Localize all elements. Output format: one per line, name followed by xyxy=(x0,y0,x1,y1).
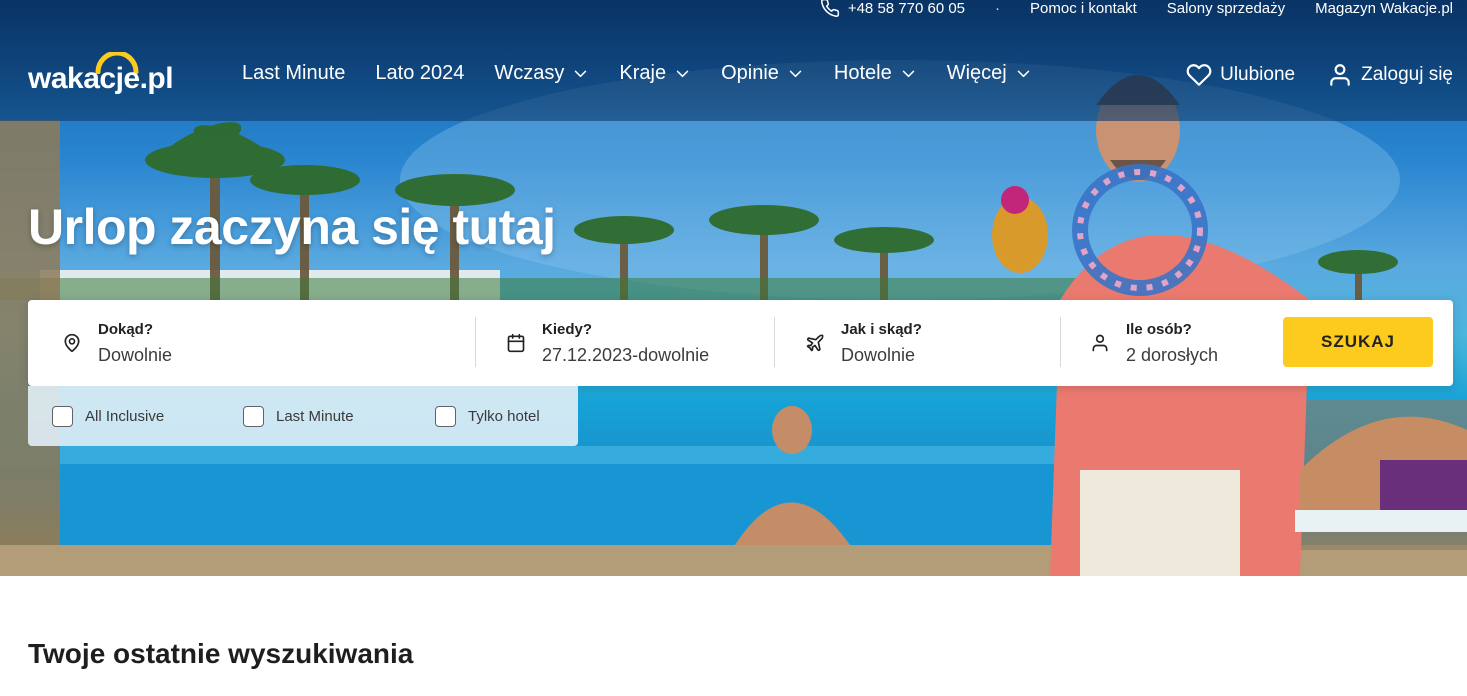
logo-text: wakacje.pl xyxy=(28,62,174,95)
nav-label: Opinie xyxy=(721,62,779,84)
nav-last-minute[interactable]: Last Minute xyxy=(242,62,345,85)
nav-label: Last Minute xyxy=(242,62,346,84)
person-icon xyxy=(1092,334,1108,352)
people-label: Ile osób? xyxy=(1126,320,1192,338)
people-value: 2 dorosłych xyxy=(1126,344,1219,365)
filter-label: All Inclusive xyxy=(85,407,165,425)
nav-wczasy[interactable]: Wczasy xyxy=(494,62,589,85)
recent-searches-title: Twoje ostatnie wyszukiwania xyxy=(28,638,414,669)
chevron-down-icon xyxy=(789,70,802,78)
user-icon xyxy=(1330,64,1350,86)
filter-label: Tylko hotel xyxy=(468,407,540,425)
search-form: Dokąd? Dowolnie Kiedy? 27.12.2023-dowoln… xyxy=(28,300,1453,386)
login-label: Zaloguj się xyxy=(1361,64,1453,85)
transport-label: Jak i skąd? xyxy=(841,320,922,338)
calendar-icon xyxy=(507,333,525,353)
header-overlay xyxy=(0,0,1467,121)
filter-label: Last Minute xyxy=(276,407,354,425)
chevron-down-icon xyxy=(575,70,587,78)
nav-kraje[interactable]: Kraje xyxy=(619,62,691,85)
transport-value: Dowolnie xyxy=(841,344,916,365)
search-filters: All Inclusive Last Minute Tylko hotel xyxy=(28,386,578,446)
nav-label: Lato 2024 xyxy=(375,62,465,84)
destination-field[interactable]: Dokąd? Dowolnie xyxy=(62,300,462,386)
chevron-down-icon xyxy=(902,70,914,78)
filter-hotel-only[interactable]: Tylko hotel xyxy=(435,405,540,427)
user-navigation: Ulubione Zaloguj się xyxy=(1154,62,1453,88)
nav-opinie[interactable]: Opinie xyxy=(721,62,804,85)
checkbox[interactable] xyxy=(52,405,73,427)
nav-label: Więcej xyxy=(946,62,1007,84)
date-label: Kiedy? xyxy=(542,320,593,338)
map-pin-icon xyxy=(64,333,80,353)
field-divider xyxy=(475,317,476,367)
nav-label: Kraje xyxy=(619,62,667,84)
transport-field[interactable]: Jak i skąd? Dowolnie xyxy=(805,300,1055,386)
phone-icon xyxy=(820,0,839,17)
chevron-down-icon xyxy=(1017,70,1029,78)
destination-value: Dowolnie xyxy=(98,344,173,365)
chevron-down-icon xyxy=(676,70,689,78)
field-divider xyxy=(774,317,775,367)
filter-last-minute[interactable]: Last Minute xyxy=(243,405,435,427)
main-navigation: Last Minute Lato 2024 Wczasy Kraje Opini… xyxy=(242,62,1062,85)
magazine-link[interactable]: Magazyn Wakacje.pl xyxy=(1315,0,1453,17)
phone-number: +48 58 770 60 05 xyxy=(847,0,966,17)
nav-lato-2024[interactable]: Lato 2024 xyxy=(375,62,464,85)
search-button[interactable]: SZUKAJ xyxy=(1283,317,1433,367)
field-divider xyxy=(1060,317,1061,367)
help-contact-link[interactable]: Pomoc i kontakt xyxy=(1030,0,1137,17)
nav-label: Wczasy xyxy=(494,62,565,84)
nav-wiecej[interactable]: Więcej xyxy=(947,62,1032,85)
separator-dot: · xyxy=(995,0,1001,17)
utility-bar: +48 58 770 60 05 · Pomoc i kontakt Salon… xyxy=(820,0,1453,18)
nav-hotele[interactable]: Hotele xyxy=(834,62,917,85)
destination-label: Dokąd? xyxy=(98,320,154,338)
heart-icon xyxy=(1186,64,1212,86)
favorites-label: Ulubione xyxy=(1220,64,1296,85)
checkbox[interactable] xyxy=(243,405,264,427)
filter-all-inclusive[interactable]: All Inclusive xyxy=(52,405,243,427)
plane-icon xyxy=(806,334,824,352)
favorites-link[interactable]: Ulubione xyxy=(1186,62,1295,88)
hero-headline: Urlop zaczyna się tutaj xyxy=(28,199,556,255)
stores-link[interactable]: Salony sprzedaży xyxy=(1167,0,1285,17)
date-field[interactable]: Kiedy? 27.12.2023-dowolnie xyxy=(506,300,766,386)
site-logo[interactable]: wakacje.pl xyxy=(28,52,200,100)
nav-label: Hotele xyxy=(833,62,892,84)
phone-link[interactable]: +48 58 770 60 05 xyxy=(820,0,965,18)
checkbox[interactable] xyxy=(435,405,456,427)
people-field[interactable]: Ile osób? 2 dorosłych xyxy=(1090,300,1270,386)
login-link[interactable]: Zaloguj się xyxy=(1327,62,1453,88)
date-value: 27.12.2023-dowolnie xyxy=(542,344,710,365)
